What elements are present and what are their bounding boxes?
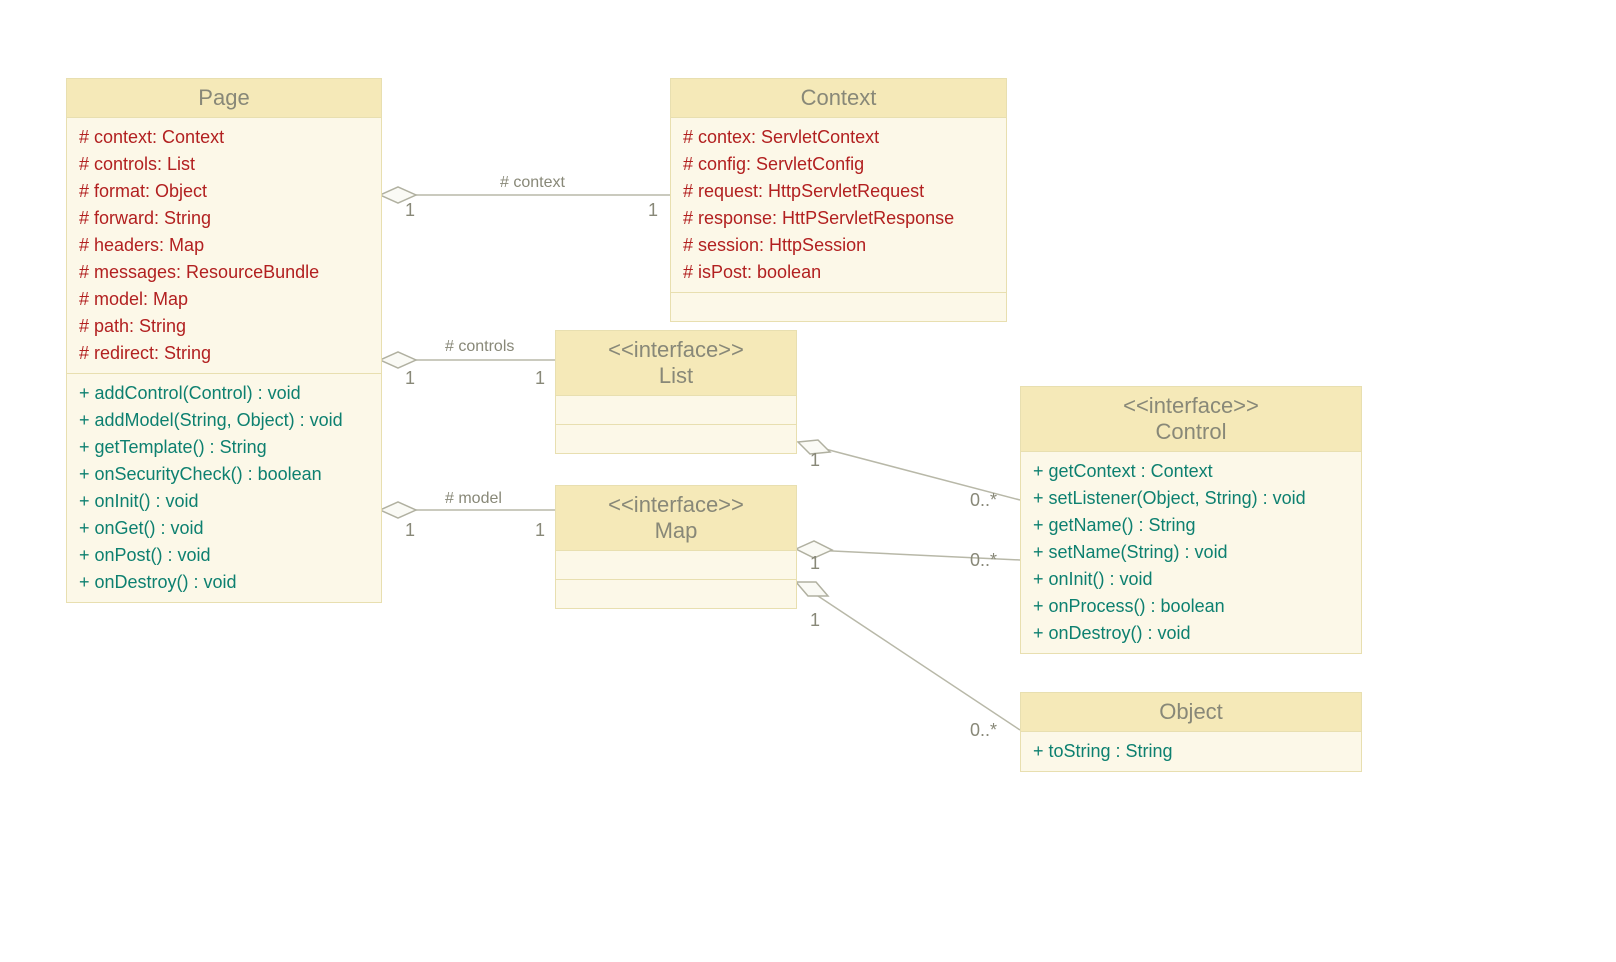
attr: # redirect: String [79,340,369,367]
class-list-attrs [556,396,796,425]
attr: # session: HttpSession [683,232,994,259]
method: + onInit() : void [79,488,369,515]
class-page-title: Page [67,79,381,118]
class-control-methods: + getContext : Context + setListener(Obj… [1021,452,1361,653]
mult: 1 [810,610,820,631]
class-name: List [659,363,693,388]
method: + getName() : String [1033,512,1349,539]
method: + onDestroy() : void [1033,620,1349,647]
class-map-title: <<interface>> Map [556,486,796,551]
class-context: Context # contex: ServletContext # confi… [670,78,1007,322]
class-list-title: <<interface>> List [556,331,796,396]
mult: 1 [405,200,415,221]
method: + getTemplate() : String [79,434,369,461]
attr: # headers: Map [79,232,369,259]
method: + toString : String [1033,738,1349,765]
class-object: Object + toString : String [1020,692,1362,772]
attr: # path: String [79,313,369,340]
mult: 1 [648,200,658,221]
mult: 1 [810,553,820,574]
class-map: <<interface>> Map [555,485,797,609]
assoc-label-model: # model [445,490,502,508]
mult: 1 [535,520,545,541]
class-page-methods: + addControl(Control) : void + addModel(… [67,374,381,602]
stereotype: <<interface>> [1031,393,1351,419]
method: + onDestroy() : void [79,569,369,596]
attr: # config: ServletConfig [683,151,994,178]
class-map-methods [556,580,796,608]
class-control-title: <<interface>> Control [1021,387,1361,452]
attr: # request: HttpServletRequest [683,178,994,205]
class-list: <<interface>> List [555,330,797,454]
method: + addModel(String, Object) : void [79,407,369,434]
class-context-methods [671,293,1006,321]
mult: 0..* [970,720,997,741]
mult: 0..* [970,550,997,571]
class-name: Map [655,518,698,543]
class-context-attrs: # contex: ServletContext # config: Servl… [671,118,1006,293]
attr: # isPost: boolean [683,259,994,286]
method: + onProcess() : boolean [1033,593,1349,620]
class-object-methods: + toString : String [1021,732,1361,771]
class-list-methods [556,425,796,453]
attr: # controls: List [79,151,369,178]
attr: # contex: ServletContext [683,124,994,151]
mult: 0..* [970,490,997,511]
class-page-attrs: # context: Context # controls: List # fo… [67,118,381,374]
mult: 1 [405,368,415,389]
assoc-label-context: # context [500,174,565,192]
method: + addControl(Control) : void [79,380,369,407]
mult: 1 [810,450,820,471]
attr: # format: Object [79,178,369,205]
assoc-label-controls: # controls [445,338,514,356]
class-context-title: Context [671,79,1006,118]
method: + getContext : Context [1033,458,1349,485]
method: + setListener(Object, String) : void [1033,485,1349,512]
class-page: Page # context: Context # controls: List… [66,78,382,603]
method: + onGet() : void [79,515,369,542]
mult: 1 [405,520,415,541]
method: + setName(String) : void [1033,539,1349,566]
mult: 1 [535,368,545,389]
method: + onInit() : void [1033,566,1349,593]
class-object-title: Object [1021,693,1361,732]
class-map-attrs [556,551,796,580]
attr: # forward: String [79,205,369,232]
attr: # model: Map [79,286,369,313]
method: + onPost() : void [79,542,369,569]
method: + onSecurityCheck() : boolean [79,461,369,488]
stereotype: <<interface>> [566,337,786,363]
attr: # context: Context [79,124,369,151]
class-name: Control [1156,419,1227,444]
class-control: <<interface>> Control + getContext : Con… [1020,386,1362,654]
attr: # response: HttPServletResponse [683,205,994,232]
attr: # messages: ResourceBundle [79,259,369,286]
stereotype: <<interface>> [566,492,786,518]
